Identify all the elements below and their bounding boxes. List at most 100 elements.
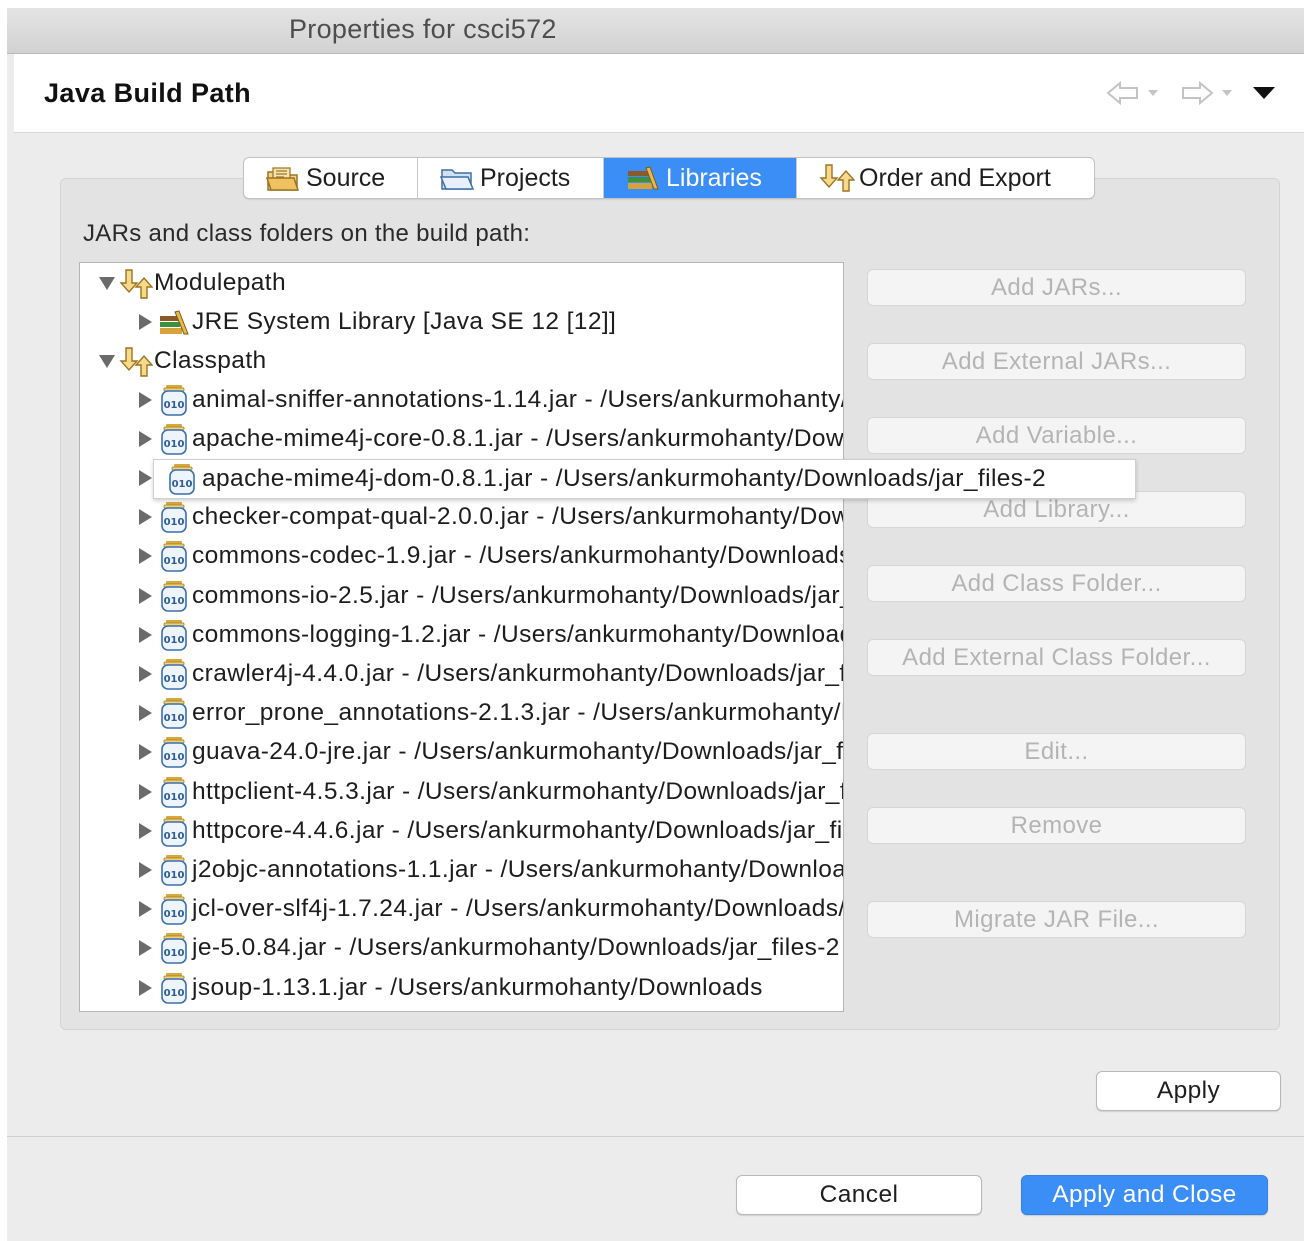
source-folder-icon (265, 167, 300, 191)
tab-source-label: Source (306, 163, 386, 192)
collapsed-triangle-icon[interactable] (134, 311, 156, 333)
tab-libraries[interactable]: Libraries (604, 158, 797, 198)
tree-node-jar[interactable]: 010 error_prone_annotations-2.1.3.jar - /… (80, 694, 843, 733)
libraries-icon (628, 166, 659, 190)
jar-file-icon: 010 (156, 538, 192, 574)
jar-label: crawler4j-4.4.0.jar - /Users/ankurmohant… (192, 659, 844, 687)
tree-node-jar[interactable]: 010 animal-sniffer-annotations-1.14.jar -… (80, 380, 843, 419)
svg-text:010: 010 (164, 870, 185, 881)
collapsed-triangle-icon[interactable] (134, 428, 156, 450)
add-variable-button[interactable]: Add Variable... (867, 417, 1246, 454)
tree-node-jar[interactable]: 010 jsoup-1.13.1.jar - /Users/ankurmohant… (80, 968, 843, 1007)
svg-text:010: 010 (164, 988, 185, 999)
apply-button[interactable]: Apply (1096, 1071, 1281, 1111)
svg-text:010: 010 (164, 400, 185, 411)
jar-file-icon: 010 (156, 617, 192, 653)
collapsed-triangle-icon[interactable] (134, 389, 156, 411)
order-export-icon (819, 164, 855, 192)
properties-dialog: Properties for csci572 Java Build Path S… (7, 8, 1304, 1241)
jar-file-icon: 010 (156, 734, 192, 770)
migrate-jar-file-button[interactable]: Migrate JAR File... (867, 901, 1246, 938)
tree-node-modulepath[interactable]: Modulepath (80, 263, 843, 302)
svg-text:010: 010 (164, 831, 185, 842)
jar-label: commons-codec-1.9.jar - /Users/ankurmoha… (192, 542, 843, 570)
jar-label: error_prone_annotations-2.1.3.jar - /Use… (192, 699, 843, 727)
jar-file-icon: 010 (164, 461, 200, 497)
jar-label: jcl-over-slf4j-1.7.24.jar - /Users/ankur… (192, 895, 844, 923)
tab-source[interactable]: Source (244, 158, 418, 198)
jar-file-icon: 010 (156, 421, 192, 457)
window-title: Properties for csci572 (289, 14, 557, 44)
tree-node-jar[interactable]: 010 apache-mime4j-core-0.8.1.jar - /Users… (80, 419, 843, 458)
tree-node-classpath[interactable]: Classpath (80, 341, 843, 380)
collapsed-triangle-icon[interactable] (134, 741, 156, 763)
svg-text:010: 010 (164, 713, 185, 724)
collapsed-triangle-icon[interactable] (134, 977, 156, 999)
jar-file-icon: 010 (156, 382, 192, 418)
collapsed-triangle-icon[interactable] (134, 663, 156, 685)
tree-node-label: Classpath (154, 346, 267, 374)
tree-node-jar[interactable]: 010 je-5.0.84.jar - /Users/ankurmohanty/D… (80, 929, 843, 968)
jar-file-icon: 010 (156, 578, 192, 614)
svg-text:010: 010 (164, 556, 185, 567)
collapsed-triangle-icon[interactable] (134, 506, 156, 528)
tab-projects[interactable]: Projects (418, 158, 604, 198)
collapsed-triangle-icon[interactable] (134, 898, 156, 920)
jar-label: j2objc-annotations-1.1.jar - /Users/anku… (192, 855, 844, 883)
svg-text:010: 010 (164, 517, 185, 528)
tab-bar: Source Projects Libraries Order and Expo… (243, 157, 1095, 199)
tree-node-jar[interactable]: 010 jcl-over-slf4j-1.7.24.jar - /Users/an… (80, 890, 844, 929)
add-external-class-folder-button[interactable]: Add External Class Folder... (867, 639, 1246, 676)
jar-file-icon: 010 (156, 852, 192, 888)
add-external-jars-button[interactable]: Add External JARs... (867, 343, 1246, 380)
svg-text:010: 010 (164, 674, 185, 685)
svg-text:010: 010 (172, 479, 193, 490)
add-jars-button[interactable]: Add JARs... (867, 269, 1246, 306)
tree-node-jar[interactable]: 010 httpclient-4.5.3.jar - /Users/ankurmo… (80, 772, 843, 811)
expanded-triangle-icon[interactable] (96, 272, 118, 294)
edit-button[interactable]: Edit... (867, 733, 1246, 770)
tree-node-jar[interactable]: 010 crawler4j-4.4.0.jar - /Users/ankurmoh… (80, 654, 844, 693)
tree-node-jar[interactable]: 010 j2objc-annotations-1.1.jar - /Users/a… (80, 850, 844, 889)
cancel-button[interactable]: Cancel (736, 1175, 982, 1215)
collapsed-triangle-icon[interactable] (134, 702, 156, 724)
apply-and-close-button[interactable]: Apply and Close (1021, 1175, 1268, 1215)
expanded-triangle-icon[interactable] (96, 350, 118, 372)
jar-file-icon: 010 (156, 656, 192, 692)
back-arrow-icon[interactable] (1106, 80, 1140, 106)
svg-text:010: 010 (164, 752, 185, 763)
collapsed-triangle-icon[interactable] (134, 585, 156, 607)
collapsed-triangle-icon[interactable] (134, 624, 156, 646)
forward-menu-chevron-icon[interactable] (1220, 88, 1234, 98)
tree-node-jar[interactable]: 010 commons-io-2.5.jar - /Users/ankurmoha… (80, 576, 843, 615)
collapsed-triangle-icon[interactable] (134, 937, 156, 959)
tree-node-jar[interactable]: 010 httpcore-4.4.6.jar - /Users/ankurmoha… (80, 811, 843, 850)
build-path-tree[interactable]: Modulepath JRE System Library [Java SE 1… (79, 262, 844, 1012)
view-menu-chevron-icon[interactable] (1252, 86, 1276, 100)
remove-button[interactable]: Remove (867, 807, 1246, 844)
add-class-folder-button[interactable]: Add Class Folder... (867, 565, 1246, 602)
tree-node-jar[interactable]: 010 guava-24.0-jre.jar - /Users/ankurmoha… (80, 733, 844, 772)
tab-projects-label: Projects (480, 163, 571, 192)
svg-text:010: 010 (164, 439, 185, 450)
tree-node-jar[interactable]: 010 checker-compat-qual-2.0.0.jar - /User… (80, 498, 843, 537)
classpath-icon (118, 343, 154, 379)
title-bar[interactable]: Properties for csci572 (7, 8, 1304, 54)
tab-order-and-export[interactable]: Order and Export (797, 158, 1094, 198)
jar-label: guava-24.0-jre.jar - /Users/ankurmohanty… (192, 738, 844, 766)
build-path-label: JARs and class folders on the build path… (83, 220, 531, 247)
forward-arrow-icon[interactable] (1180, 80, 1214, 106)
tree-node-jar[interactable]: 010 commons-codec-1.9.jar - /Users/ankurm… (80, 537, 843, 576)
tree-node-jre-system-library[interactable]: JRE System Library [Java SE 12 [12]] (80, 302, 843, 341)
collapsed-triangle-icon[interactable] (134, 820, 156, 842)
collapsed-triangle-icon[interactable] (134, 859, 156, 881)
collapsed-triangle-icon[interactable] (134, 781, 156, 803)
jar-label: je-5.0.84.jar - /Users/ankurmohanty/Down… (192, 934, 840, 962)
collapsed-triangle-icon[interactable] (134, 545, 156, 567)
tree-node-jar[interactable]: 010 commons-logging-1.2.jar - /Users/anku… (80, 615, 843, 654)
jar-label: commons-io-2.5.jar - /Users/ankurmohanty… (192, 581, 843, 609)
svg-text:010: 010 (164, 909, 185, 920)
jar-file-icon: 010 (156, 499, 192, 535)
back-menu-chevron-icon[interactable] (1146, 88, 1160, 98)
tree-node-label: Modulepath (154, 268, 287, 296)
